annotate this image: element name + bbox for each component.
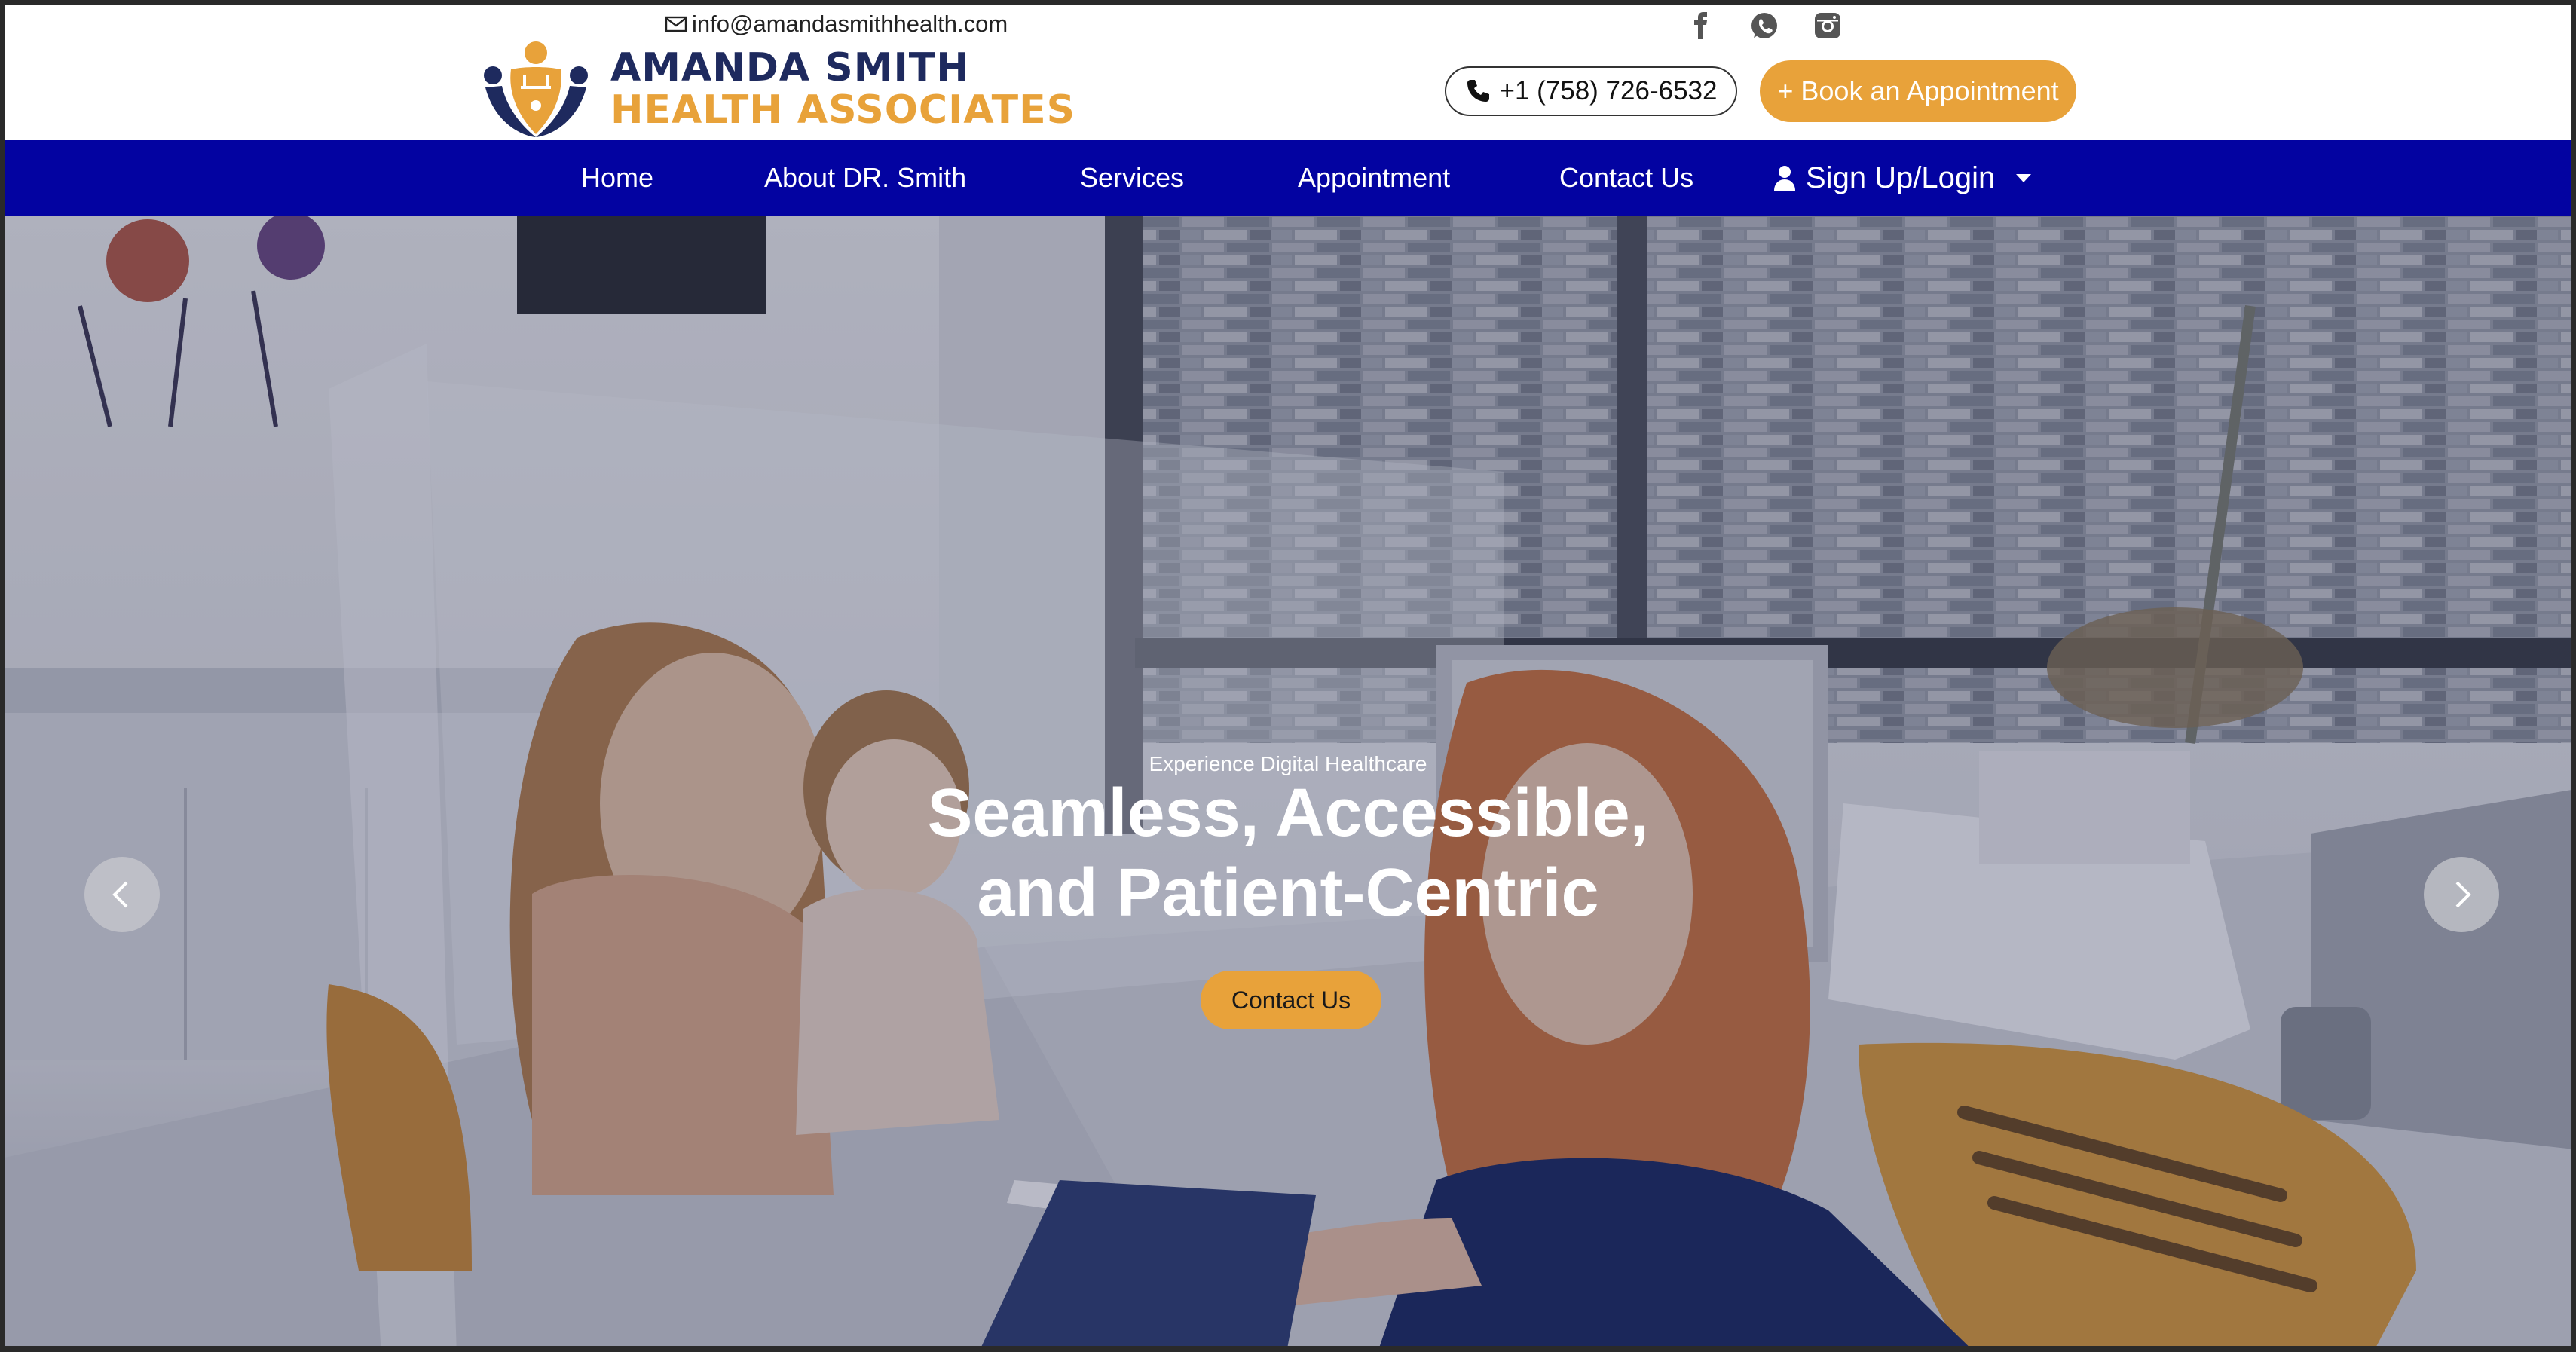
email-text: info@amandasmithhealth.com — [692, 11, 1008, 37]
hero-title-line-1: Seamless, Accessible, — [927, 775, 1649, 851]
nav-item-about[interactable]: About DR. Smith — [764, 140, 966, 216]
nav-item-home[interactable]: Home — [581, 140, 653, 216]
carousel-prev-button[interactable] — [84, 857, 160, 932]
phone-button[interactable]: +1 (758) 726-6532 — [1445, 66, 1737, 116]
mail-icon — [665, 16, 687, 32]
logo-icon — [479, 39, 592, 139]
user-icon — [1774, 166, 1795, 191]
facebook-icon[interactable] — [1683, 8, 1719, 44]
email-link[interactable]: info@amandasmithhealth.com — [665, 9, 1008, 39]
hero-carousel: Experience Digital Healthcare Seamless, … — [5, 216, 2571, 1346]
site-logo[interactable]: AMANDA SMITH HEALTH ASSOCIATES — [479, 39, 1075, 139]
hero-title: Seamless, Accessible, and Patient-Centri… — [5, 773, 2571, 933]
main-nav: Home About DR. Smith Services Appointmen… — [5, 140, 2571, 216]
whatsapp-icon[interactable] — [1746, 8, 1782, 44]
carousel-next-button[interactable] — [2424, 857, 2499, 932]
hero-title-line-2: and Patient-Centric — [977, 855, 1599, 931]
login-label: Sign Up/Login — [1806, 161, 1996, 194]
nav-item-contact[interactable]: Contact Us — [1559, 140, 1693, 216]
browser-viewport: info@amandasmithhealth.com AMANDA SMITH … — [0, 0, 2576, 1352]
chevron-left-icon — [112, 881, 128, 908]
nav-item-services[interactable]: Services — [1080, 140, 1184, 216]
site-header: info@amandasmithhealth.com AMANDA SMITH … — [5, 5, 2571, 139]
chevron-right-icon — [2455, 881, 2471, 908]
chevron-down-icon — [2016, 173, 2032, 182]
instagram-icon[interactable] — [1810, 8, 1846, 44]
hero-contact-button[interactable]: Contact Us — [1201, 971, 1381, 1029]
book-appointment-button[interactable]: + Book an Appointment — [1760, 60, 2076, 122]
nav-item-login-dropdown[interactable]: Sign Up/Login — [1774, 140, 2032, 216]
phone-icon — [1467, 80, 1489, 102]
phone-number: +1 (758) 726-6532 — [1499, 76, 1718, 106]
nav-item-appointment[interactable]: Appointment — [1298, 140, 1450, 216]
logo-title: AMANDA SMITH — [610, 45, 970, 90]
logo-subtitle: HEALTH ASSOCIATES — [610, 87, 1076, 133]
